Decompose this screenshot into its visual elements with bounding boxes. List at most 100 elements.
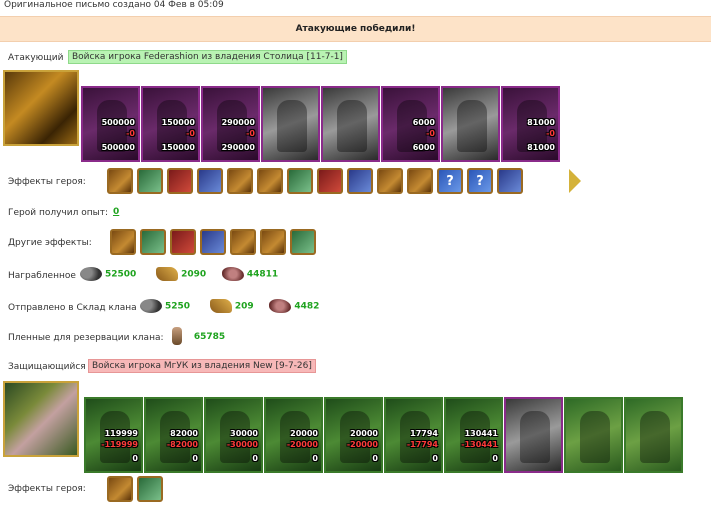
result-banner: Атакующие победили! <box>0 16 711 42</box>
scroll-icon[interactable] <box>287 168 313 194</box>
other-effects-row <box>110 229 316 255</box>
defender-hero-portrait[interactable] <box>3 381 79 457</box>
defender-unit[interactable]: 119999 -119999 0 <box>84 397 143 473</box>
sword-icon[interactable] <box>110 229 136 255</box>
loot-label: Награбленное <box>8 271 76 281</box>
unit-figure-icon <box>520 411 550 463</box>
unit-count-bottom: 0 <box>432 454 438 463</box>
unit-figure-icon <box>337 100 367 152</box>
attacker-unit[interactable] <box>321 86 380 162</box>
sent-ore: 5250 <box>165 301 191 312</box>
chest-icon[interactable] <box>197 168 223 194</box>
bow-icon[interactable] <box>137 168 163 194</box>
defender-unit[interactable]: 130441 -130441 0 <box>444 397 503 473</box>
attacker-hero-portrait[interactable] <box>3 70 79 146</box>
unit-count-bottom: 0 <box>492 454 498 463</box>
bag-icon[interactable] <box>317 168 343 194</box>
defender-hero-effects-label: Эффекты героя: <box>8 484 86 494</box>
unit-count-top: 20000 <box>290 429 318 438</box>
wood-icon <box>156 267 179 281</box>
sword-icon[interactable] <box>290 229 316 255</box>
dice-icon[interactable] <box>227 168 253 194</box>
sword-icon[interactable] <box>260 229 286 255</box>
unit-count-bottom: 150000 <box>161 143 195 152</box>
sword-icon[interactable] <box>200 229 226 255</box>
prisoners-group: 65785 <box>172 327 225 345</box>
unit-count-top: 150000 <box>161 118 195 127</box>
loot-ore: 52500 <box>105 269 137 280</box>
attacker-unit[interactable]: 81000 -0 81000 <box>501 86 560 162</box>
ring-icon[interactable] <box>137 476 163 502</box>
sword-icon[interactable] <box>140 229 166 255</box>
unit-count-bottom: 0 <box>372 454 378 463</box>
stone-icon <box>269 299 292 313</box>
unit-count-mid: -0 <box>546 129 555 138</box>
unit-count-top: 30000 <box>230 429 258 438</box>
attacker-unit[interactable]: 150000 -0 150000 <box>141 86 200 162</box>
hero-effects-row: ?? <box>107 168 523 194</box>
defender-tag: Войска игрока МгУК из владения New [9-7-… <box>88 359 316 373</box>
origin-note: Оригинальное письмо создано 04 Фев в 05:… <box>4 0 224 10</box>
defender-unit[interactable]: 20000 -20000 0 <box>264 397 323 473</box>
shield-icon[interactable] <box>257 168 283 194</box>
attacker-unit[interactable]: 500000 -0 500000 <box>81 86 140 162</box>
unit-count-top: 6000 <box>412 118 435 127</box>
defender-unit[interactable] <box>504 397 563 473</box>
unit-count-top: 81000 <box>527 118 555 127</box>
other-effects-label: Другие эффекты: <box>8 238 92 248</box>
unit-count-mid: -82000 <box>166 440 198 449</box>
fist-icon[interactable] <box>167 168 193 194</box>
defender-unit-strip: 119999 -119999 0 82000 -82000 0 30000 -30000 0 20… <box>84 397 684 473</box>
unit-count-mid: -30000 <box>226 440 258 449</box>
attacker-unit-strip: 500000 -0 500000 150000 -0 150000 290000 -0 2900… <box>81 86 561 162</box>
attacker-unit[interactable] <box>261 86 320 162</box>
sent-wood: 209 <box>234 301 254 312</box>
unit-count-bottom: 0 <box>192 454 198 463</box>
unit-count-mid: -20000 <box>346 440 378 449</box>
unit-count-bottom: 500000 <box>101 143 135 152</box>
scroll-right-arrow-icon[interactable] <box>569 169 581 193</box>
gold-bag-icon[interactable] <box>230 229 256 255</box>
exp-value[interactable]: 0 <box>113 207 119 217</box>
stone-icon <box>221 267 244 281</box>
defender-unit[interactable]: 30000 -30000 0 <box>204 397 263 473</box>
loot-resources: 52500 2090 44811 <box>80 267 278 281</box>
prisoner-icon <box>172 327 182 345</box>
unit-count-mid: -20000 <box>286 440 318 449</box>
unit-count-bottom: 0 <box>252 454 258 463</box>
ore-icon <box>140 299 162 313</box>
wood-icon <box>209 299 232 313</box>
question-icon[interactable]: ? <box>437 168 463 194</box>
unit-count-bottom: 6000 <box>412 143 435 152</box>
attacker-label: Атакующий <box>8 53 64 63</box>
armor-icon[interactable] <box>107 476 133 502</box>
unit-count-top: 500000 <box>101 118 135 127</box>
box-icon[interactable] <box>377 168 403 194</box>
question-icon[interactable]: ? <box>467 168 493 194</box>
attacker-unit[interactable]: 6000 -0 6000 <box>381 86 440 162</box>
defender-unit[interactable]: 17794 -17794 0 <box>384 397 443 473</box>
defender-hero-effects-row <box>107 476 163 502</box>
unit-count-bottom: 81000 <box>527 143 555 152</box>
exp-label: Герой получил опыт: <box>8 208 108 218</box>
defender-unit[interactable]: 20000 -20000 0 <box>324 397 383 473</box>
attacker-unit[interactable] <box>441 86 500 162</box>
defender-unit[interactable] <box>564 397 623 473</box>
sword-icon[interactable] <box>107 168 133 194</box>
hero-effects-label: Эффекты героя: <box>8 177 86 187</box>
defender-unit[interactable]: 82000 -82000 0 <box>144 397 203 473</box>
attacker-unit[interactable]: 290000 -0 290000 <box>201 86 260 162</box>
book-icon[interactable] <box>497 168 523 194</box>
unit-count-top: 130441 <box>464 429 498 438</box>
unit-figure-icon <box>457 100 487 152</box>
unit-count-bottom: 0 <box>132 454 138 463</box>
unit-count-bottom: 290000 <box>221 143 255 152</box>
unit-count-top: 290000 <box>221 118 255 127</box>
banner-icon[interactable] <box>407 168 433 194</box>
sword-icon[interactable] <box>170 229 196 255</box>
defender-unit[interactable] <box>624 397 683 473</box>
unit-count-top: 20000 <box>350 429 378 438</box>
crystal-icon[interactable] <box>347 168 373 194</box>
unit-count-mid: -0 <box>246 129 255 138</box>
prisoners-value: 65785 <box>193 331 226 342</box>
